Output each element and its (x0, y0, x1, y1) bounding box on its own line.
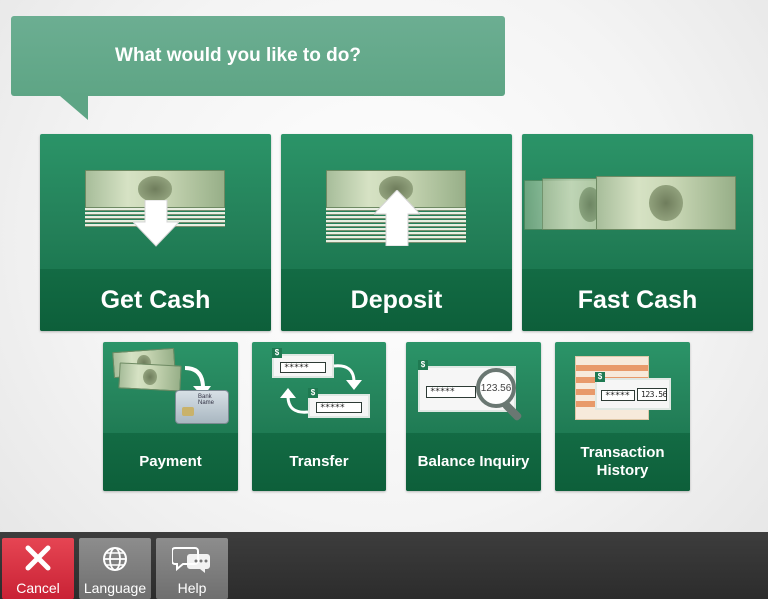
deposit-label: Deposit (350, 286, 443, 314)
payment-label: Payment (139, 453, 202, 470)
fast-cash-button[interactable]: Fast Cash (522, 134, 753, 331)
prompt-text: What would you like to do? (115, 45, 361, 66)
bill-to-card-icon: Bank Name (112, 347, 231, 428)
get-cash-button[interactable]: Get Cash (40, 134, 271, 331)
cash-down-arrow-icon (85, 162, 225, 247)
footer-bar: Cancel Language Help (0, 532, 768, 599)
balance-amount: 123.56 (476, 368, 516, 408)
cancel-button[interactable]: Cancel (2, 538, 74, 599)
magnifier-balance-icon: $ ***** 123.56 (418, 356, 530, 428)
prompt-bubble: What would you like to do? (11, 16, 505, 96)
globe-icon (101, 545, 129, 576)
transfer-arrows-icon: $ ***** $ ***** (272, 348, 372, 428)
get-cash-label: Get Cash (100, 286, 211, 314)
help-button[interactable]: Help (156, 538, 228, 599)
masked-field: ***** (426, 386, 476, 398)
chat-bubbles-icon (171, 545, 212, 576)
fast-cash-label: Fast Cash (577, 286, 698, 314)
history-amount: 123.56 (637, 388, 667, 401)
balance-inquiry-label: Balance Inquiry (417, 453, 530, 470)
balance-inquiry-button[interactable]: $ ***** 123.56 Balance Inquiry (406, 342, 541, 491)
transfer-button[interactable]: $ ***** $ ***** Transfer (252, 342, 386, 491)
card-bank-name: Bank Name (198, 394, 215, 406)
help-label: Help (177, 580, 207, 596)
language-label: Language (83, 580, 147, 596)
payment-button[interactable]: Bank Name Payment (103, 342, 238, 491)
close-icon (25, 545, 51, 574)
masked-field: ***** (316, 402, 362, 413)
masked-field: ***** (601, 390, 635, 401)
cash-up-arrow-icon (326, 162, 466, 247)
deposit-button[interactable]: Deposit (281, 134, 512, 331)
twenty-dollar-bills-icon (524, 176, 738, 236)
transfer-label: Transfer (289, 453, 349, 470)
language-button[interactable]: Language (79, 538, 151, 599)
masked-field: ***** (280, 362, 326, 373)
prompt-bubble-tail (60, 96, 88, 120)
transaction-history-button[interactable]: $ ***** 123.56 Transaction History (555, 342, 690, 491)
statement-stack-icon: $ ***** 123.56 (573, 350, 673, 430)
transaction-history-label: Transaction History (580, 444, 665, 479)
cancel-label: Cancel (16, 580, 60, 596)
